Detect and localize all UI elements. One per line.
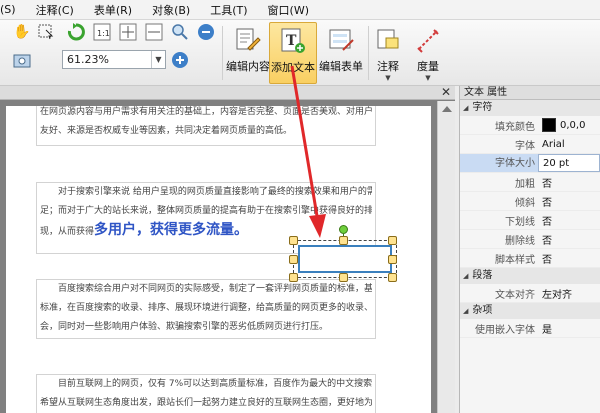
section-misc[interactable]: ◢ 杂项 [460, 303, 600, 319]
prop-text-align[interactable]: 文本对齐 左对齐 [460, 284, 600, 303]
prop-fill-color[interactable]: 填充颜色 0,0,0 [460, 116, 600, 135]
prop-font[interactable]: 字体 Arial [460, 135, 600, 154]
collapse-icon: ◢ [463, 104, 469, 112]
collapse-icon: ◢ [463, 307, 469, 315]
prop-italic[interactable]: 倾斜 否 [460, 192, 600, 211]
color-swatch[interactable] [542, 118, 556, 132]
section-character[interactable]: ◢ 字符 [460, 100, 600, 116]
collapse-icon: ◢ [463, 272, 469, 280]
prop-embed-font[interactable]: 使用嵌入字体 是 [460, 319, 600, 338]
prop-underline[interactable]: 下划线 否 [460, 211, 600, 230]
prop-strikethrough[interactable]: 删除线 否 [460, 230, 600, 249]
prop-script-style[interactable]: 脚本样式 否 [460, 249, 600, 268]
prop-font-size[interactable]: 字体大小 20 pt [460, 154, 600, 173]
properties-title: 文本 属性 [460, 86, 600, 100]
section-paragraph[interactable]: ◢ 段落 [460, 268, 600, 284]
properties-panel: 文本 属性 ◢ 字符 填充颜色 0,0,0 字体 Arial 字体大小 20 pt… [459, 86, 600, 413]
font-size-input[interactable]: 20 pt [538, 154, 600, 172]
prop-bold[interactable]: 加粗 否 [460, 173, 600, 192]
